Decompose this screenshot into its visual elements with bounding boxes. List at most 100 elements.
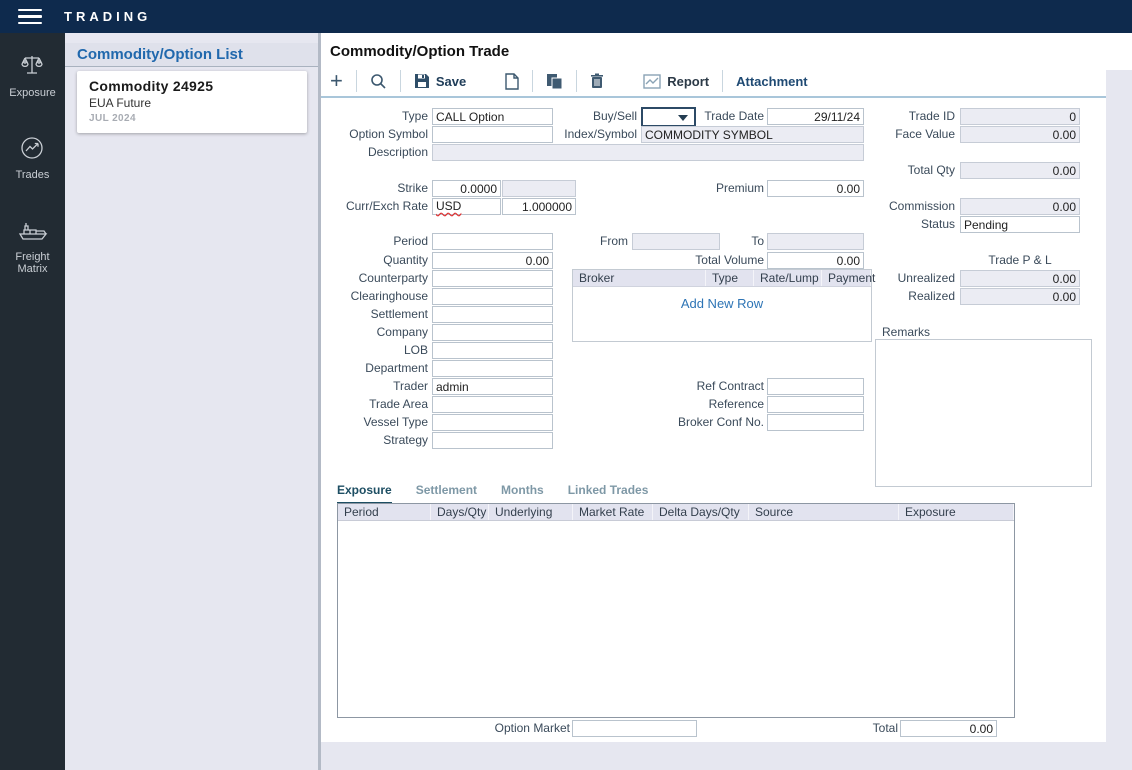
settlement-input[interactable]	[432, 306, 553, 323]
underlying-col-header: Underlying	[489, 504, 573, 520]
exposure-table-header: Period Days/Qty Underlying Market Rate D…	[338, 504, 1014, 521]
tab-linked-trades[interactable]: Linked Trades	[568, 483, 649, 505]
status-input[interactable]	[960, 216, 1080, 233]
total-qty-label: Total Qty	[855, 162, 955, 179]
broker-conf-no-label: Broker Conf No.	[667, 414, 764, 431]
strike-label: Strike	[331, 180, 428, 197]
trade-area-label: Trade Area	[331, 396, 428, 413]
broker-table: Broker Type Rate/Lump Payment Add New Ro…	[572, 269, 872, 342]
report-button[interactable]: Report	[643, 74, 709, 89]
balance-scale-icon	[18, 53, 46, 82]
document-icon	[505, 73, 519, 90]
attachment-button[interactable]: Attachment	[736, 74, 808, 89]
plus-icon: +	[330, 71, 343, 91]
face-value-label: Face Value	[855, 126, 955, 143]
company-input[interactable]	[432, 324, 553, 341]
option-symbol-input[interactable]	[432, 126, 553, 143]
tab-exposure[interactable]: Exposure	[337, 483, 392, 505]
search-button[interactable]	[370, 73, 387, 90]
toolbar: + Save Report	[330, 67, 808, 95]
option-symbol-label: Option Symbol	[331, 126, 428, 143]
total-volume-field[interactable]	[767, 252, 864, 269]
toolbar-divider	[722, 70, 723, 92]
currency-input[interactable]: USD	[432, 198, 501, 215]
sidebar-item-label: FreightMatrix	[15, 251, 49, 275]
sidebar-item-trades[interactable]: Trades	[16, 135, 50, 181]
toolbar-divider	[576, 70, 577, 92]
copy-button[interactable]	[546, 73, 563, 90]
ref-contract-label: Ref Contract	[667, 378, 764, 395]
department-input[interactable]	[432, 360, 553, 377]
period-input[interactable]	[432, 233, 553, 250]
reference-label: Reference	[667, 396, 764, 413]
hamburger-menu-icon[interactable]	[18, 5, 42, 29]
trade-pl-title: Trade P & L	[960, 252, 1080, 269]
trade-form-panel: Commodity/Option Trade + Save	[321, 33, 1106, 770]
total-field[interactable]	[900, 720, 997, 737]
strike-input[interactable]	[432, 180, 501, 197]
sidebar-item-freight-matrix[interactable]: FreightMatrix	[15, 217, 49, 275]
type-col-header: Type	[706, 270, 754, 286]
broker-col-header: Broker	[573, 270, 706, 286]
save-button[interactable]: Save	[414, 73, 466, 89]
source-col-header: Source	[749, 504, 899, 520]
reference-input[interactable]	[767, 396, 864, 413]
tab-settlement[interactable]: Settlement	[416, 483, 477, 505]
broker-conf-no-input[interactable]	[767, 414, 864, 431]
commodity-card-subtitle: EUA Future	[89, 96, 295, 110]
index-symbol-label: Index/Symbol	[557, 126, 637, 143]
counterparty-input[interactable]	[432, 270, 553, 287]
curr-exch-rate-label: Curr/Exch Rate	[331, 198, 428, 215]
app-title: TRADING	[64, 9, 151, 24]
add-new-row-button[interactable]: Add New Row	[573, 287, 871, 311]
unrealized-label: Unrealized	[855, 270, 955, 287]
department-label: Department	[331, 360, 428, 377]
commodity-card[interactable]: Commodity 24925 EUA Future JUL 2024	[77, 71, 307, 133]
ship-icon	[16, 217, 50, 246]
quantity-input[interactable]	[432, 252, 553, 269]
ref-contract-input[interactable]	[767, 378, 864, 395]
description-field	[432, 144, 864, 161]
sidebar-item-label: Trades	[16, 169, 50, 181]
exch-rate-input[interactable]	[502, 198, 576, 215]
trade-id-field	[960, 108, 1080, 125]
copy-icon	[546, 73, 563, 90]
report-label: Report	[667, 74, 709, 89]
lob-label: LOB	[331, 342, 428, 359]
trade-id-label: Trade ID	[855, 108, 955, 125]
commodity-card-period: JUL 2024	[89, 113, 295, 124]
vertical-scrollbar-track[interactable]	[1106, 70, 1132, 742]
trade-area-input[interactable]	[432, 396, 553, 413]
sidebar-item-exposure[interactable]: Exposure	[9, 53, 55, 99]
market-rate-col-header: Market Rate	[573, 504, 653, 520]
broker-table-header: Broker Type Rate/Lump Payment	[573, 270, 871, 287]
commodity-card-title: Commodity 24925	[89, 78, 295, 94]
to-field	[767, 233, 864, 250]
type-input[interactable]	[432, 108, 553, 125]
total-label: Total	[816, 720, 898, 737]
settlement-label: Settlement	[331, 306, 428, 323]
new-document-button[interactable]	[505, 73, 519, 90]
company-label: Company	[331, 324, 428, 341]
add-button[interactable]: +	[330, 71, 343, 91]
premium-input[interactable]	[767, 180, 864, 197]
strike-secondary-field	[502, 180, 576, 197]
vessel-type-input[interactable]	[432, 414, 553, 431]
horizontal-scrollbar-track[interactable]	[321, 742, 1132, 770]
from-field	[632, 233, 720, 250]
delete-button[interactable]	[590, 73, 604, 89]
commodity-list-panel: Commodity/Option List Commodity 24925 EU…	[65, 33, 318, 770]
strategy-input[interactable]	[432, 432, 553, 449]
option-market-label: Option Market	[470, 720, 570, 737]
lob-input[interactable]	[432, 342, 553, 359]
clearinghouse-input[interactable]	[432, 288, 553, 305]
tab-months[interactable]: Months	[501, 483, 544, 505]
toolbar-divider	[356, 70, 357, 92]
trader-input[interactable]	[432, 378, 553, 395]
search-icon	[370, 73, 387, 90]
report-chart-icon	[643, 74, 661, 89]
type-label: Type	[331, 108, 428, 125]
trade-date-input[interactable]	[767, 108, 864, 125]
remarks-textarea[interactable]	[875, 339, 1092, 487]
option-market-input[interactable]	[572, 720, 697, 737]
